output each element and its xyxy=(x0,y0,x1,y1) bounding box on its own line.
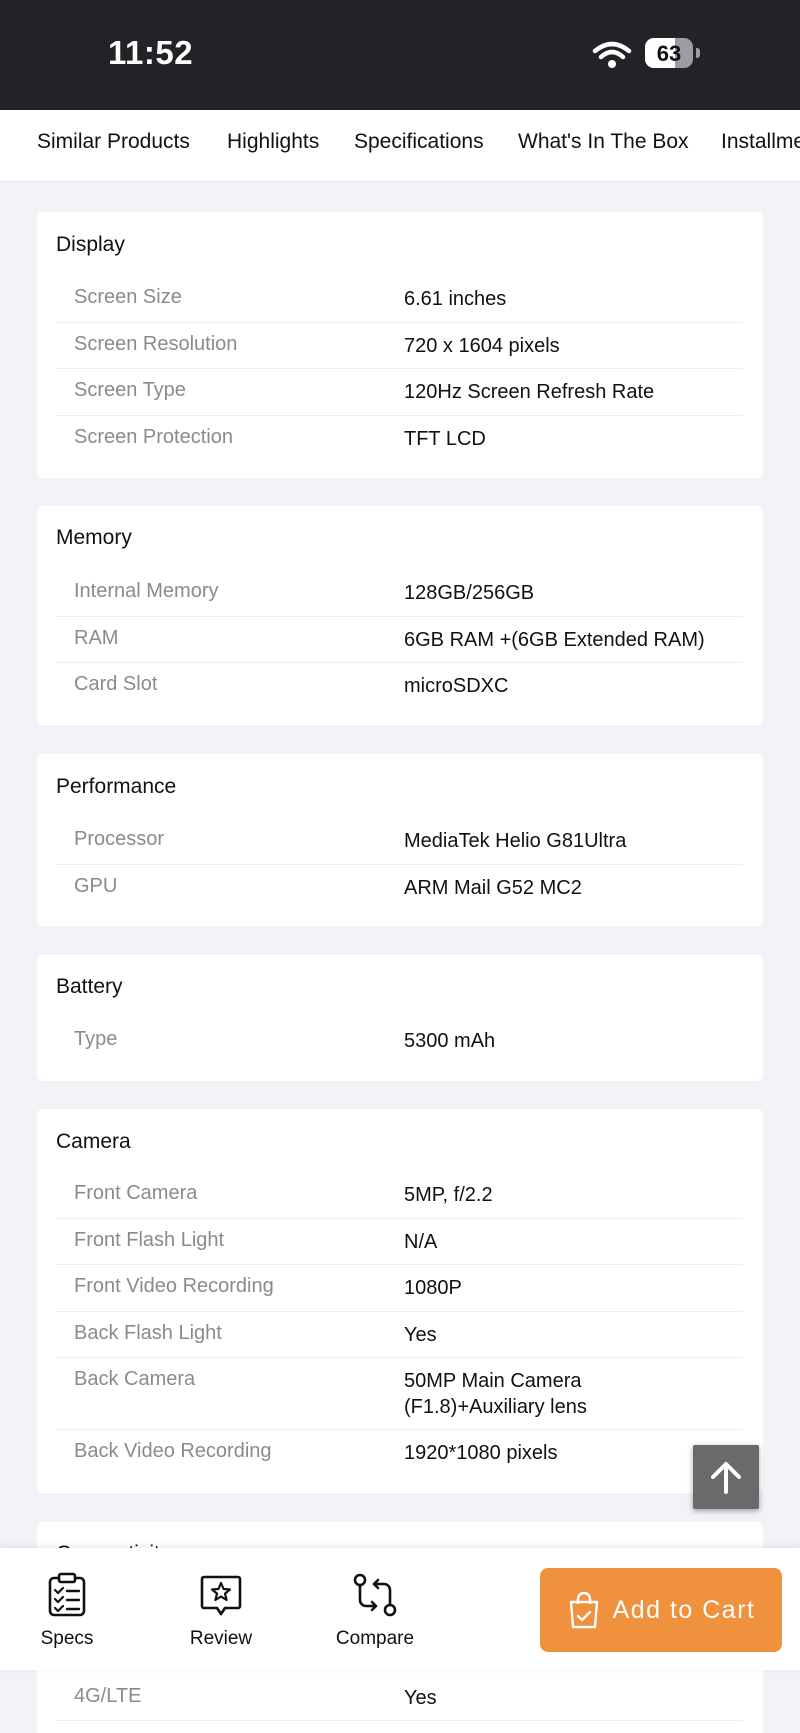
spec-label: Screen Size xyxy=(74,286,182,308)
spec-row: Back Camera 50MP Main Camera (F1.8)+Auxi… xyxy=(56,1358,743,1430)
section-title: Memory xyxy=(56,526,132,549)
spec-value: 50MP Main Camera (F1.8)+Auxiliary lens xyxy=(404,1370,587,1418)
battery-tip xyxy=(696,48,700,58)
spec-value: 1920*1080 pixels xyxy=(404,1442,558,1464)
status-time: 11:52 xyxy=(108,34,194,71)
spec-row: Processor MediaTek Helio G81Ultra xyxy=(56,818,743,865)
battery-icon: 63 xyxy=(645,38,693,68)
section-title: Display xyxy=(56,233,125,256)
spec-row: 4G/LTE Yes xyxy=(56,1675,743,1721)
compare-arrows-icon xyxy=(353,1573,397,1617)
spec-row: Back Video Recording 1920*1080 pixels xyxy=(56,1430,743,1476)
spec-value: 6GB RAM +(6GB Extended RAM) xyxy=(404,629,705,651)
spec-label: Card Slot xyxy=(74,673,158,695)
section-title: Battery xyxy=(56,975,123,998)
scroll-to-top-button[interactable] xyxy=(693,1445,759,1509)
spec-label: Front Video Recording xyxy=(74,1275,274,1297)
spec-label: Internal Memory xyxy=(74,580,219,602)
spec-row: GPU ARM Mail G52 MC2 xyxy=(56,865,743,911)
spec-card-camera: Camera Front Camera 5MP, f/2.2 Front Fla… xyxy=(37,1109,763,1493)
arrow-up-icon xyxy=(711,1462,741,1494)
spec-row: Screen Protection TFT LCD xyxy=(56,416,743,462)
spec-row: Card Slot microSDXC xyxy=(56,663,743,709)
spec-label: Front Flash Light xyxy=(74,1229,225,1251)
spec-row: Type 5300 mAh xyxy=(56,1018,743,1064)
review-star-icon xyxy=(200,1575,242,1616)
status-bar: 11:52 63 xyxy=(0,0,800,110)
tab-highlights[interactable]: Highlights xyxy=(227,130,319,154)
spec-row: RAM 6GB RAM +(6GB Extended RAM) xyxy=(56,617,743,663)
spec-row: Screen Type 120Hz Screen Refresh Rate xyxy=(56,369,743,416)
spec-value: 5MP, f/2.2 xyxy=(404,1184,493,1206)
shopping-bag-icon xyxy=(569,1591,598,1629)
spec-row: Back Flash Light Yes xyxy=(56,1312,743,1358)
tab-whats-in-the-box[interactable]: What's In The Box xyxy=(518,130,689,154)
compare-label: Compare xyxy=(335,1628,415,1649)
review-label: Review xyxy=(189,1628,253,1649)
spec-value: microSDXC xyxy=(404,675,509,697)
spec-row: Screen Size 6.61 inches xyxy=(56,276,743,323)
spec-row: Internal Memory 128GB/256GB xyxy=(56,570,743,617)
wifi-icon xyxy=(592,41,632,68)
spec-value: N/A xyxy=(404,1231,438,1253)
spec-value: 720 x 1604 pixels xyxy=(404,335,560,357)
spec-value: 1080P xyxy=(404,1277,462,1299)
spec-value: TFT LCD xyxy=(404,428,486,450)
spec-row: Front Flash Light N/A xyxy=(56,1219,743,1265)
spec-row: Front Video Recording 1080P xyxy=(56,1265,743,1312)
tab-similar-products[interactable]: Similar Products xyxy=(37,130,190,154)
spec-label: GPU xyxy=(74,875,118,897)
spec-value: Yes xyxy=(404,1324,437,1346)
spec-value: MediaTek Helio G81Ultra xyxy=(404,830,627,852)
spec-card-performance: Performance Processor MediaTek Helio G81… xyxy=(37,754,763,926)
bottom-action-bar: Specs Review Compare Add to Cart xyxy=(0,1548,800,1670)
section-tab-nav: Similar Products Highlights Specificatio… xyxy=(0,110,800,182)
add-to-cart-label: Add to Cart xyxy=(612,1595,756,1624)
spec-label: Screen Type xyxy=(74,379,186,401)
spec-label: Type xyxy=(74,1028,118,1050)
section-title: Performance xyxy=(56,775,177,798)
specs-button[interactable]: Specs xyxy=(12,1572,122,1660)
spec-value: Yes xyxy=(404,1687,437,1709)
spec-card-memory: Memory Internal Memory 128GB/256GB RAM 6… xyxy=(37,506,763,725)
spec-card-display: Display Screen Size 6.61 inches Screen R… xyxy=(37,212,763,478)
spec-label: 4G/LTE xyxy=(74,1685,142,1707)
spec-label: Processor xyxy=(74,828,165,850)
spec-value: 120Hz Screen Refresh Rate xyxy=(404,381,655,403)
tab-installment[interactable]: Installment xyxy=(721,130,800,154)
spec-value: 5300 mAh xyxy=(404,1030,496,1052)
spec-card-battery: Battery Type 5300 mAh xyxy=(37,955,763,1081)
spec-row: Front Camera 5MP, f/2.2 xyxy=(56,1172,743,1219)
spec-value: ARM Mail G52 MC2 xyxy=(404,877,582,899)
spec-label: Back Video Recording xyxy=(74,1440,272,1462)
spec-label: Back Flash Light xyxy=(74,1322,222,1344)
spec-label: Front Camera xyxy=(74,1182,198,1204)
spec-value: 128GB/256GB xyxy=(404,582,535,604)
section-title: Camera xyxy=(56,1130,131,1153)
spec-label: Screen Resolution xyxy=(74,333,238,355)
compare-button[interactable]: Compare xyxy=(320,1572,430,1660)
spec-value: 6.61 inches xyxy=(404,288,507,310)
spec-label: RAM xyxy=(74,627,119,649)
specs-clipboard-icon xyxy=(48,1572,86,1617)
battery-percentage: 63 xyxy=(656,41,682,66)
review-button[interactable]: Review xyxy=(166,1572,276,1660)
specs-label: Specs xyxy=(40,1628,94,1649)
spec-label: Back Camera xyxy=(74,1368,196,1390)
tab-specifications[interactable]: Specifications xyxy=(354,130,484,154)
add-to-cart-button[interactable]: Add to Cart xyxy=(540,1568,782,1652)
spec-label: Screen Protection xyxy=(74,426,233,448)
spec-row: Screen Resolution 720 x 1604 pixels xyxy=(56,323,743,369)
